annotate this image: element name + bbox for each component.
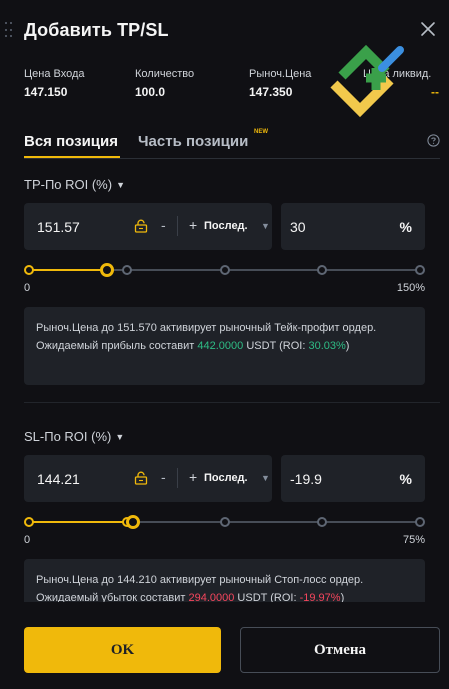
sl-mode-selector[interactable]: SL-По ROI (%) ▼	[24, 429, 124, 444]
sl-price-value[interactable]: 144.21	[37, 471, 80, 487]
summary-market-price: Рыноч.Цена 147.350	[249, 68, 311, 99]
slider-fill	[29, 269, 107, 271]
quantity-value: 100.0	[135, 85, 166, 99]
summary-quantity: Количество 100.0	[135, 68, 194, 99]
caret-down-icon: ▼	[116, 180, 125, 190]
caret-down-icon: ▼	[115, 432, 125, 442]
tp-price-value[interactable]: 151.57	[37, 219, 80, 235]
help-icon[interactable]	[427, 134, 440, 147]
sl-roi-value[interactable]: -19.9	[290, 471, 322, 487]
tp-mode-label: TP-По ROI (%)	[24, 177, 113, 192]
sl-price-input[interactable]: 144.21 - + Послед. ▼	[24, 455, 272, 502]
separator	[177, 216, 178, 236]
entry-price-value: 147.150	[24, 85, 68, 99]
tp-slider-max-label: 150%	[396, 282, 425, 294]
sl-mode-label: SL-По ROI (%)	[24, 429, 112, 444]
lock-icon[interactable]	[134, 471, 148, 485]
caret-down-icon[interactable]: ▼	[261, 221, 270, 231]
tp-price-type-select[interactable]: Послед.	[204, 220, 248, 232]
close-icon[interactable]	[418, 19, 438, 39]
tp-info-box: Рыноч.Цена до 151.570 активирует рыночны…	[24, 307, 425, 385]
tp-percent-unit: %	[399, 219, 412, 235]
tab-active-underline	[24, 156, 120, 158]
tp-price-input[interactable]: 151.57 - + Послед. ▼	[24, 203, 272, 250]
ok-button[interactable]: OK	[24, 627, 221, 673]
sl-roi-input[interactable]: -19.9 %	[281, 455, 425, 502]
tpsl-dialog: Добавить TP/SL Цена Входа 147.150 Количе…	[0, 0, 449, 689]
market-price-value: 147.350	[249, 85, 293, 99]
tp-slider-min-label: 0	[24, 282, 31, 294]
tp-expected-roi: 30.03%	[308, 340, 346, 352]
sl-percent-unit: %	[399, 471, 412, 487]
dialog-title: Добавить TP/SL	[24, 20, 169, 40]
sl-price-type-select[interactable]: Послед.	[204, 472, 248, 484]
sl-increment-button[interactable]: +	[189, 469, 197, 485]
sl-slider-stop[interactable]	[24, 517, 34, 527]
tp-info-text-unit: USDT (ROI:	[243, 340, 309, 352]
sl-slider-max-label: 75%	[402, 534, 425, 546]
tp-slider-stop[interactable]	[122, 265, 132, 275]
tp-decrement-button[interactable]: -	[161, 217, 166, 233]
caret-down-icon[interactable]: ▼	[261, 473, 270, 483]
new-badge: NEW	[254, 129, 268, 135]
tp-slider-stop[interactable]	[317, 265, 327, 275]
tp-slider-stop[interactable]	[220, 265, 230, 275]
entry-price-label: Цена Входа	[24, 68, 85, 80]
tp-mode-selector[interactable]: TP-По ROI (%) ▼	[24, 177, 125, 192]
sl-slider-stop[interactable]	[415, 517, 425, 527]
section-divider	[24, 402, 440, 403]
lock-icon[interactable]	[134, 219, 148, 233]
quantity-label: Количество	[135, 68, 195, 80]
tp-roi-slider[interactable]	[24, 262, 425, 278]
tp-expected-profit: 442.0000	[197, 340, 244, 352]
tab-partial-position[interactable]: Часть позиции	[138, 133, 248, 150]
tp-slider-thumb[interactable]	[100, 263, 114, 277]
slider-fill	[29, 521, 133, 523]
market-price-label: Рыноч.Цена	[249, 68, 312, 80]
sl-slider-stop[interactable]	[220, 517, 230, 527]
tp-slider-stop[interactable]	[415, 265, 425, 275]
sl-decrement-button[interactable]: -	[161, 469, 166, 485]
separator	[177, 468, 178, 488]
summary-entry-price: Цена Входа 147.150	[24, 68, 85, 99]
sl-slider-thumb[interactable]	[126, 515, 140, 529]
tab-full-position[interactable]: Вся позиция	[24, 133, 118, 150]
tp-roi-value[interactable]: 30	[290, 219, 306, 235]
tp-slider-stop[interactable]	[24, 265, 34, 275]
cancel-button[interactable]: Отмена	[240, 627, 440, 673]
sl-slider-min-label: 0	[24, 534, 31, 546]
tabs-divider	[24, 158, 440, 159]
sl-roi-slider[interactable]	[24, 514, 425, 530]
sl-slider-stop[interactable]	[317, 517, 327, 527]
drag-handle-icon[interactable]	[5, 22, 13, 40]
tp-info-text-close: )	[345, 340, 350, 352]
watermark-logo	[330, 44, 404, 118]
tp-increment-button[interactable]: +	[189, 217, 197, 233]
tp-roi-input[interactable]: 30 %	[281, 203, 425, 250]
